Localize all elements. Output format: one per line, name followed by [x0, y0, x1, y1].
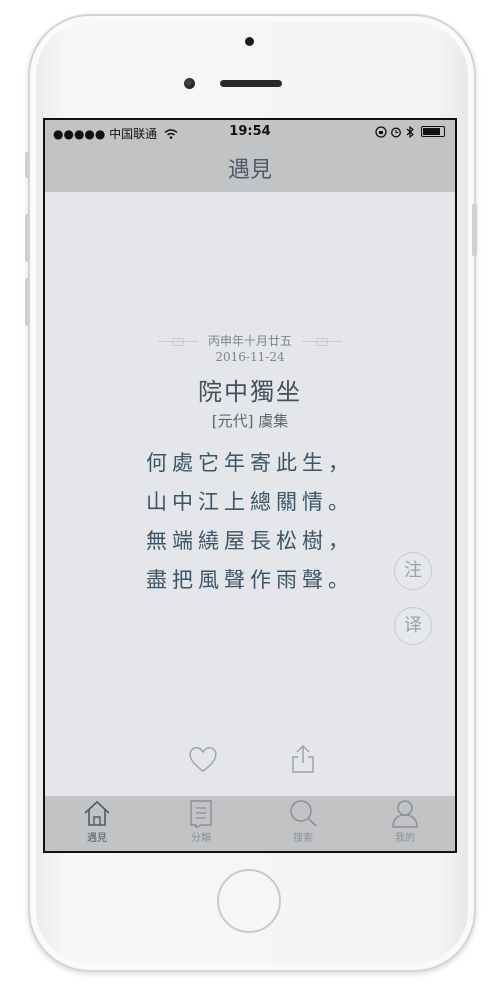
status-bar: ●●●●● 中国联通 19:54 — [45, 120, 455, 144]
tab-category[interactable]: 分類 — [171, 798, 231, 844]
rotation-lock-icon — [374, 126, 387, 138]
verse-line: 何處它年寄此生， — [146, 451, 354, 475]
profile-icon — [392, 800, 418, 828]
volume-down-button — [25, 278, 30, 326]
poem-author: [元代] 虞集 — [211, 412, 289, 430]
tab-search[interactable]: 搜索 — [273, 798, 333, 844]
search-icon — [290, 800, 317, 827]
poem-verses: 何處它年寄此生， 山中江上總關情。 無端繞屋長松樹， 盡把風聲作雨聲。 — [45, 444, 455, 600]
home-icon — [84, 800, 110, 826]
tab-label: 分類 — [191, 833, 211, 844]
alarm-icon — [391, 127, 402, 138]
gregorian-date: 2016-11-24 — [215, 350, 285, 364]
phone-screen: ●●●●● 中国联通 19:54 遇見 丙申年十月廿五 2016-11-24 院… — [43, 118, 457, 853]
tab-label: 搜索 — [293, 833, 313, 844]
volume-up-button — [25, 214, 30, 262]
lunar-date: 丙申年十月廿五 — [207, 334, 292, 348]
front-camera — [184, 78, 195, 89]
tab-profile[interactable]: 我的 — [375, 798, 435, 844]
tab-bar: 遇見 分類 搜索 我的 — [45, 796, 455, 851]
mute-switch — [25, 152, 30, 178]
nav-bar: 遇見 — [45, 144, 455, 192]
bluetooth-icon — [406, 125, 415, 139]
ornament-right-icon — [301, 337, 342, 347]
tab-label: 遇見 — [87, 833, 107, 844]
poem-title: 院中獨坐 — [198, 378, 302, 406]
poem-card: 丙申年十月廿五 2016-11-24 院中獨坐 [元代] 虞集 何處它年寄此生，… — [45, 192, 455, 796]
heart-icon[interactable] — [186, 742, 220, 776]
home-button[interactable] — [217, 869, 281, 933]
earpiece-speaker — [220, 80, 282, 87]
ornament-left-icon — [158, 337, 199, 347]
battery-icon — [421, 126, 445, 137]
share-icon[interactable] — [286, 742, 320, 776]
notes-button[interactable]: 注 — [394, 552, 432, 590]
tab-encounter[interactable]: 遇見 — [67, 798, 127, 844]
verse-line: 山中江上總關情。 — [146, 490, 354, 514]
status-icons — [374, 125, 445, 139]
power-button — [472, 204, 477, 256]
tab-label: 我的 — [395, 833, 415, 844]
list-icon — [190, 800, 212, 828]
nav-title: 遇見 — [227, 158, 272, 183]
translate-button[interactable]: 译 — [394, 607, 432, 645]
lunar-date-row: 丙申年十月廿五 — [45, 332, 455, 349]
verse-line: 無端繞屋長松樹， — [146, 529, 354, 553]
proximity-sensor — [245, 37, 254, 46]
